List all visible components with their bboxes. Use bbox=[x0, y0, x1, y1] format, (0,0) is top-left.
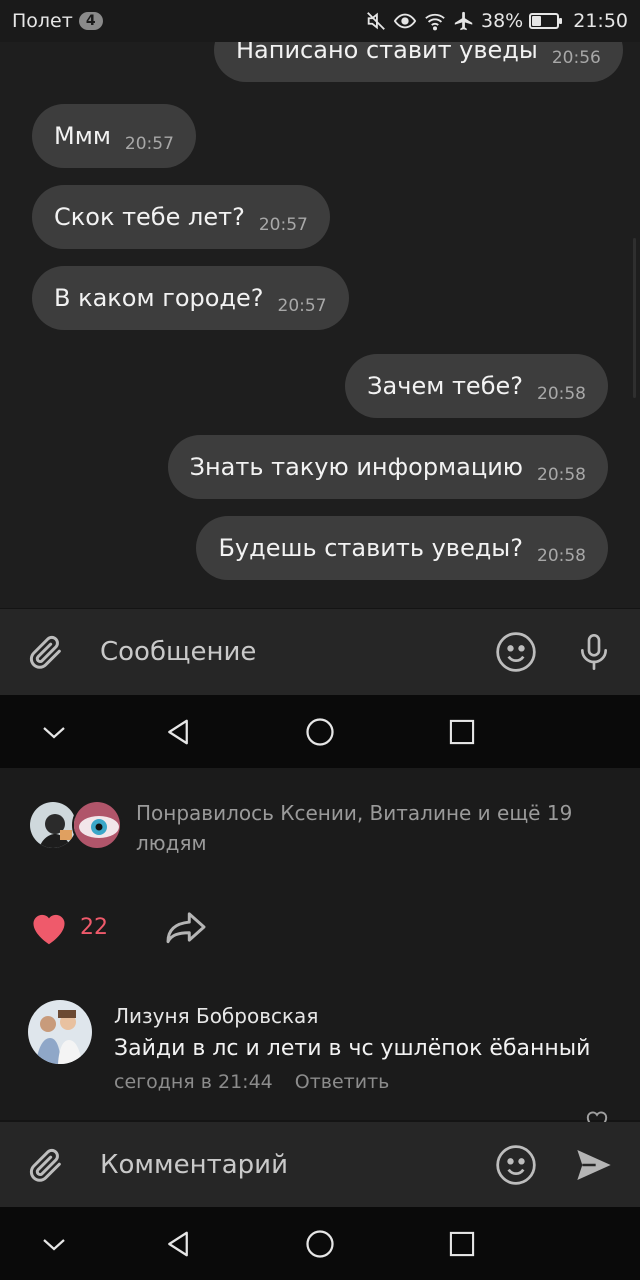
status-bar: Полет 4 38% 21:50 bbox=[0, 0, 640, 42]
comment-time: сегодня в 21:44 bbox=[114, 1071, 273, 1093]
comment-meta: сегодня в 21:44 Ответить bbox=[114, 1071, 590, 1093]
comment-body: Лизуня Бобровская Зайди в лс и лети в чс… bbox=[114, 1000, 590, 1093]
recents-icon[interactable] bbox=[448, 1230, 476, 1258]
microphone-icon[interactable] bbox=[574, 630, 614, 674]
message-text: Будешь ставить уведы? bbox=[218, 534, 523, 562]
comment-author[interactable]: Лизуня Бобровская bbox=[114, 1004, 590, 1028]
post-section: Понравилось Ксении, Виталине и ещё 19 лю… bbox=[0, 768, 640, 1131]
message-time: 20:58 bbox=[537, 384, 586, 404]
message-bubble-in[interactable]: В каком городе? 20:57 bbox=[32, 266, 349, 330]
post-actions: 22 bbox=[28, 908, 208, 946]
attach-icon[interactable] bbox=[26, 632, 66, 672]
message-text: Зачем тебе? bbox=[367, 372, 523, 400]
recents-icon[interactable] bbox=[448, 718, 476, 746]
message-time: 20:56 bbox=[551, 48, 601, 68]
message-time: 20:57 bbox=[277, 296, 327, 316]
send-icon[interactable] bbox=[574, 1145, 614, 1185]
home-icon[interactable] bbox=[305, 717, 335, 747]
message-bubble-out[interactable]: Будешь ставить уведы? 20:58 bbox=[196, 516, 608, 580]
message-bubble-in[interactable]: Ммм 20:57 bbox=[32, 104, 196, 168]
message-time: 20:57 bbox=[258, 215, 308, 235]
back-icon[interactable] bbox=[163, 717, 193, 747]
message-composer: Сообщение bbox=[0, 609, 640, 695]
system-nav-bar bbox=[0, 1207, 640, 1280]
wifi-icon bbox=[423, 10, 447, 32]
share-icon[interactable] bbox=[164, 909, 208, 945]
system-nav-bar bbox=[0, 695, 640, 769]
attach-icon[interactable] bbox=[26, 1145, 66, 1185]
emoji-icon[interactable] bbox=[494, 1143, 538, 1187]
message-input[interactable]: Сообщение bbox=[100, 637, 256, 667]
message-text: В каком городе? bbox=[54, 284, 264, 312]
battery-icon bbox=[529, 13, 563, 29]
scrollbar[interactable] bbox=[633, 238, 636, 398]
message-bubble-out[interactable]: Зачем тебе? 20:58 bbox=[345, 354, 608, 418]
likes-summary[interactable]: Понравилось Ксении, Виталине и ещё 19 лю… bbox=[28, 798, 586, 858]
message-bubble-out[interactable]: Написано ставит уведы 20:56 bbox=[214, 42, 623, 82]
message-time: 20:57 bbox=[124, 134, 174, 154]
message-text: Скок тебе лет? bbox=[54, 203, 245, 231]
avatar bbox=[72, 800, 122, 850]
liked-avatars bbox=[28, 798, 124, 850]
mute-icon bbox=[365, 10, 387, 32]
reply-button[interactable]: Ответить bbox=[295, 1071, 390, 1093]
message-text: Ммм bbox=[54, 122, 111, 150]
message-bubble-in[interactable]: Скок тебе лет? 20:57 bbox=[32, 185, 330, 249]
like-count: 22 bbox=[80, 914, 108, 940]
heart-icon[interactable] bbox=[28, 908, 70, 946]
comment-composer: Комментарий bbox=[0, 1122, 640, 1208]
comment-text: Зайди в лс и лети в чс ушлёпок ёбанный bbox=[114, 1036, 591, 1061]
back-icon[interactable] bbox=[163, 1229, 193, 1259]
battery-percent: 38% bbox=[481, 10, 524, 32]
chevron-down-icon[interactable] bbox=[41, 1236, 67, 1252]
carrier-label: Полет bbox=[12, 10, 73, 32]
comment: Лизуня Бобровская Зайди в лс и лети в чс… bbox=[28, 1000, 590, 1093]
notification-count-badge: 4 bbox=[78, 12, 103, 30]
avatar bbox=[28, 800, 78, 850]
chevron-down-icon[interactable] bbox=[41, 724, 67, 740]
home-icon[interactable] bbox=[305, 1229, 335, 1259]
emoji-icon[interactable] bbox=[494, 630, 538, 674]
message-time: 20:58 bbox=[537, 465, 586, 485]
chat-history[interactable]: Написано ставит уведы 20:56 Ммм 20:57 Ск… bbox=[0, 42, 640, 608]
message-bubble-out[interactable]: Знать такую информацию 20:58 bbox=[167, 435, 608, 499]
message-time: 20:58 bbox=[537, 546, 586, 566]
likes-text: Понравилось Ксении, Виталине и ещё 19 лю… bbox=[136, 801, 573, 855]
eye-icon bbox=[393, 10, 417, 32]
clock: 21:50 bbox=[573, 10, 628, 32]
message-text: Знать такую информацию bbox=[189, 453, 523, 481]
message-text: Написано ставит уведы bbox=[236, 42, 538, 64]
comment-input[interactable]: Комментарий bbox=[100, 1150, 288, 1180]
avatar[interactable] bbox=[28, 1000, 92, 1064]
airplane-icon bbox=[453, 10, 475, 32]
